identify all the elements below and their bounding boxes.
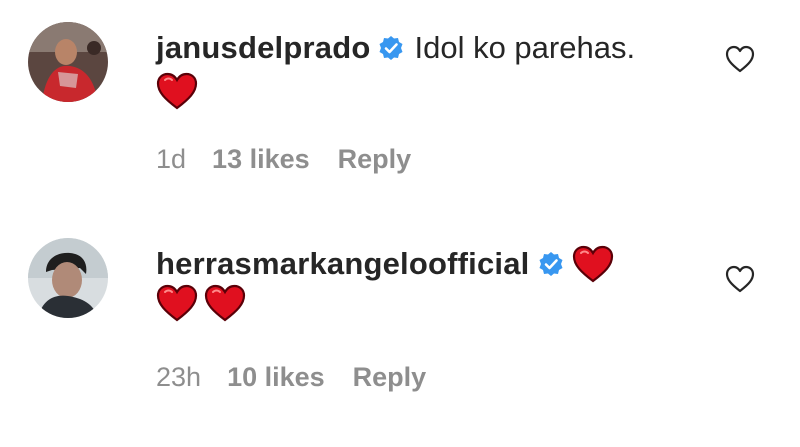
like-heart-icon[interactable]: [724, 264, 756, 294]
red-heart-icon: [156, 284, 198, 322]
timestamp[interactable]: 1d: [156, 144, 186, 175]
likes-count[interactable]: 10 likes: [227, 362, 325, 393]
verified-badge-icon: [538, 251, 564, 277]
comment-emoji-row: [156, 284, 246, 322]
comment-item: herrasmarkangeloofficial 23h 10 likes Re…: [0, 220, 800, 447]
username[interactable]: herrasmarkangeloofficial: [156, 246, 530, 282]
red-heart-icon: [204, 284, 246, 322]
username[interactable]: janusdelprado: [156, 30, 370, 66]
avatar[interactable]: [28, 238, 108, 318]
avatar-photo-icon: [28, 22, 108, 102]
comment-text: Idol ko parehas.: [414, 30, 636, 65]
red-heart-icon: [572, 245, 614, 283]
comment-header: janusdelprado Idol ko parehas.: [156, 26, 635, 70]
reply-button[interactable]: Reply: [353, 362, 427, 393]
timestamp[interactable]: 23h: [156, 362, 201, 393]
comment-meta: 23h 10 likes Reply: [156, 362, 426, 393]
verified-badge-icon: [378, 35, 404, 61]
avatar-photo-icon: [28, 238, 108, 318]
comment-header: herrasmarkangeloofficial: [156, 242, 614, 286]
comment-item: janusdelprado Idol ko parehas. 1d 13 lik…: [0, 0, 800, 220]
like-heart-icon[interactable]: [724, 44, 756, 74]
comment-meta: 1d 13 likes Reply: [156, 144, 411, 175]
comment-emoji-row: [156, 72, 198, 110]
likes-count[interactable]: 13 likes: [212, 144, 310, 175]
reply-button[interactable]: Reply: [338, 144, 412, 175]
avatar[interactable]: [28, 22, 108, 102]
red-heart-icon: [156, 72, 198, 110]
